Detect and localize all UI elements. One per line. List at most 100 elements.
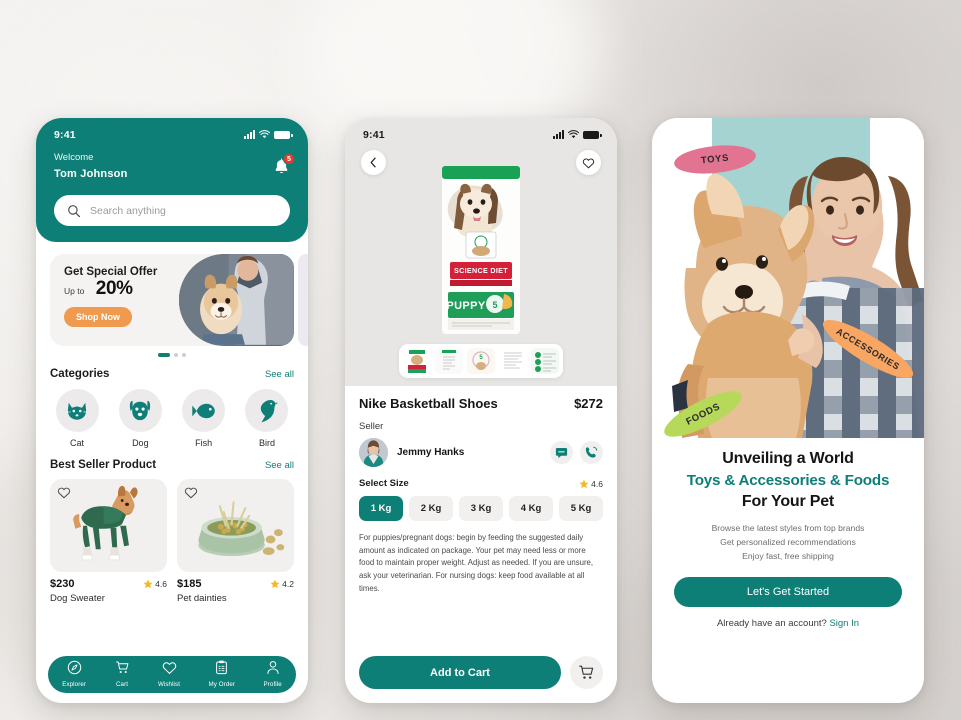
bottom-tab-bar: Explorer Cart Wishlist My Order Profile [48, 656, 296, 693]
product-info: Nike Basketball Shoes $272 Seller Jemmy … [345, 386, 617, 595]
benefit-line-1: Browse the latest styles from top brands [711, 523, 865, 533]
favorite-button[interactable] [184, 486, 198, 504]
carousel-dot-3[interactable] [182, 353, 186, 357]
product-rating: 4.6 [143, 579, 167, 589]
size-option-3kg[interactable]: 3 Kg [459, 496, 503, 521]
battery-icon [274, 131, 293, 139]
tab-label: Profile [263, 681, 282, 689]
welcome-text-group: Welcome Tom Johnson [54, 152, 128, 180]
phone-call-icon [585, 446, 598, 458]
status-icons [553, 130, 602, 139]
thumbnail-strip[interactable]: 5 [399, 344, 563, 378]
thumbnail-2[interactable] [435, 348, 463, 374]
chat-bubble-icon [555, 447, 568, 458]
category-item-bird[interactable]: Bird [244, 389, 290, 448]
home-header: 9:41 Welcome Tom Johnson 5 Search anythi… [36, 118, 308, 242]
thumbnail-5[interactable] [531, 348, 559, 374]
favorite-button[interactable] [57, 486, 71, 504]
categories-see-all-link[interactable]: See all [265, 369, 294, 380]
notification-count-badge: 5 [283, 153, 295, 165]
search-icon [68, 204, 81, 217]
thumbnail-1[interactable] [403, 348, 431, 374]
product-main-image[interactable]: SCIENCE DIET PUPPY 5 [440, 164, 522, 336]
category-item-dog[interactable]: Dog [117, 389, 163, 448]
carousel-dots[interactable] [50, 353, 294, 357]
thumbnail-4[interactable] [499, 348, 527, 374]
tab-explorer[interactable]: Explorer [62, 660, 86, 688]
size-option-4kg[interactable]: 4 Kg [509, 496, 553, 521]
wifi-icon [259, 130, 270, 139]
call-seller-button[interactable] [580, 441, 603, 464]
person-icon [267, 661, 279, 675]
phone-mockup-onboarding: TOYS ACCESSORIES FOODS Unveiling a World… [652, 118, 924, 703]
tab-cart[interactable]: Cart [115, 660, 130, 688]
size-option-2kg[interactable]: 2 Kg [409, 496, 453, 521]
category-label: Bird [258, 438, 275, 448]
benefit-line-2: Get personalized recommendations [720, 537, 856, 547]
thumbnail-3[interactable]: 5 [467, 348, 495, 374]
best-seller-list: $230 4.6 Dog Sweater $185 4.2 Pet dainti… [36, 471, 308, 604]
carousel-dot-2[interactable] [174, 353, 178, 357]
best-seller-see-all-link[interactable]: See all [265, 460, 294, 471]
categories-section-header: Categories See all [36, 368, 308, 380]
svg-text:PUPPY: PUPPY [446, 300, 486, 312]
add-to-cart-button[interactable]: Add to Cart [359, 656, 561, 689]
sign-in-row: Already have an account? Sign In [668, 618, 908, 629]
view-cart-button[interactable] [570, 656, 603, 689]
heart-outline-icon [57, 487, 71, 499]
star-icon [579, 479, 589, 488]
seller-name: Jemmy Hanks [397, 447, 465, 458]
avatar[interactable] [359, 438, 388, 467]
size-option-5kg[interactable]: 5 Kg [559, 496, 603, 521]
cart-icon [115, 661, 128, 674]
tab-profile[interactable]: Profile [264, 660, 282, 688]
size-section-header: Select Size 4.6 [359, 478, 603, 489]
onboarding-content: Unveiling a World Toys & Accessories & F… [652, 438, 924, 629]
cat-icon [66, 402, 88, 420]
wifi-icon [568, 130, 579, 139]
category-label: Cat [69, 438, 84, 448]
product-image [177, 479, 294, 572]
fish-icon [191, 403, 215, 418]
benefit-line-3: Enjoy fast, free shipping [742, 551, 834, 561]
offer-percent: 20% [95, 278, 133, 299]
select-size-label: Select Size [359, 478, 409, 489]
status-bar: 9:41 [345, 118, 617, 144]
product-description: For puppies/pregnant dogs: begin by feed… [359, 533, 594, 593]
star-icon [143, 579, 153, 589]
favorite-button[interactable] [576, 150, 601, 175]
product-card-dog-sweater[interactable]: $230 4.6 Dog Sweater [50, 479, 167, 604]
offer-title: Get Special Offer [64, 266, 158, 278]
chevron-left-icon [370, 157, 376, 168]
category-item-cat[interactable]: Cat [54, 389, 100, 448]
phone-mockup-product-detail: 9:41 SCIENCE DIET PUPPY 5 5 Nike Basketb… [345, 118, 617, 703]
notification-bell-button[interactable]: 5 [273, 153, 295, 181]
tab-wishlist[interactable]: Wishlist [158, 661, 180, 688]
offer-next-card-peek[interactable] [298, 254, 308, 346]
back-button[interactable] [361, 150, 386, 175]
bird-icon-circle [245, 389, 289, 432]
seller-label: Seller [359, 421, 384, 432]
search-input[interactable]: Search anything [54, 195, 290, 226]
category-item-fish[interactable]: Fish [181, 389, 227, 448]
headline-line-2: Toys & Accessories & Foods [686, 472, 890, 489]
detail-footer: Add to Cart [359, 656, 603, 689]
carousel-dot-1[interactable] [158, 353, 170, 357]
sign-in-link[interactable]: Sign In [829, 618, 859, 629]
chat-seller-button[interactable] [550, 441, 573, 464]
product-card-pet-dainties[interactable]: $185 4.2 Pet dainties [177, 479, 294, 604]
cart-icon [579, 665, 594, 679]
offer-upto-label: Up to [64, 286, 85, 296]
dog-icon [130, 400, 151, 421]
tab-my-order[interactable]: My Order [209, 660, 236, 688]
hero-pill-label: TOYS [700, 152, 730, 167]
offer-carousel[interactable]: Get Special Offer Up to 20% Shop Now [36, 242, 308, 357]
offer-card[interactable]: Get Special Offer Up to 20% Shop Now [50, 254, 294, 346]
headline-line-1: Unveiling a World [722, 450, 854, 467]
get-started-button[interactable]: Let's Get Started [674, 577, 902, 607]
size-option-1kg[interactable]: 1 Kg [359, 496, 403, 521]
onboarding-hero: TOYS ACCESSORIES FOODS [652, 118, 924, 438]
welcome-label: Welcome [54, 152, 94, 163]
user-name: Tom Johnson [54, 168, 128, 180]
shop-now-button[interactable]: Shop Now [64, 307, 132, 327]
